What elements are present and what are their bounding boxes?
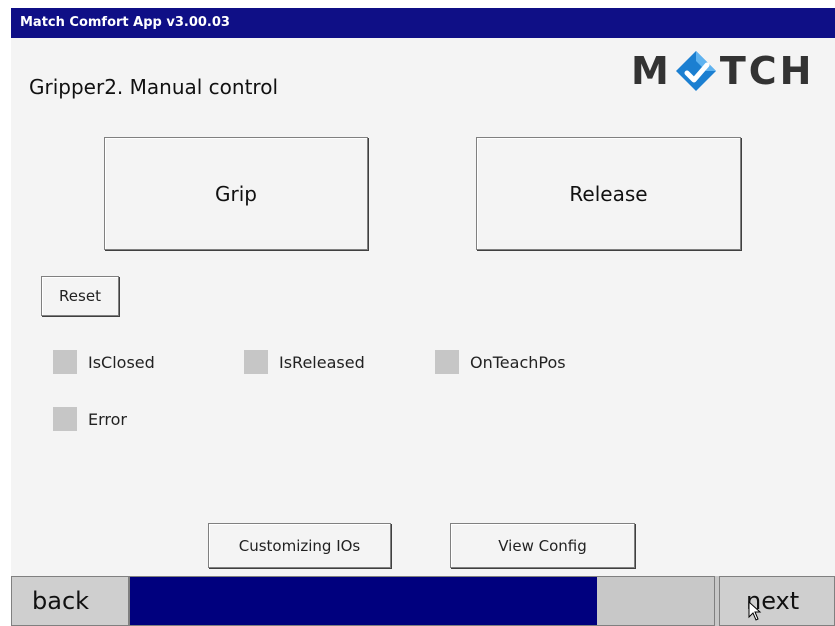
- next-button[interactable]: next: [719, 576, 835, 626]
- indicator-is-closed: IsClosed: [53, 350, 155, 374]
- grip-button[interactable]: Grip: [104, 137, 368, 250]
- match-logo: M TCH: [631, 48, 814, 94]
- page-title: Gripper2. Manual control: [29, 75, 278, 99]
- reset-button[interactable]: Reset: [41, 276, 119, 316]
- release-button[interactable]: Release: [476, 137, 741, 250]
- back-button[interactable]: back: [11, 576, 129, 626]
- logo-text-right: TCH: [719, 49, 815, 93]
- indicator-label: OnTeachPos: [470, 352, 566, 372]
- mouse-cursor-icon: [748, 601, 762, 621]
- indicator-led: [53, 407, 77, 431]
- indicator-label: IsReleased: [279, 352, 365, 372]
- window-title: Match Comfort App v3.00.03: [11, 8, 835, 38]
- view-config-button[interactable]: View Config: [450, 523, 635, 568]
- indicator-label: Error: [88, 409, 127, 429]
- indicator-led: [53, 350, 77, 374]
- indicator-on-teach-pos: OnTeachPos: [435, 350, 566, 374]
- navigation-bar: back next: [11, 576, 835, 626]
- progress-fill: [130, 577, 597, 625]
- match-logo-diamond-icon: [675, 51, 716, 91]
- app-window: Match Comfort App v3.00.03 Gripper2. Man…: [11, 8, 835, 626]
- logo-text-left: M: [631, 49, 672, 93]
- indicator-is-released: IsReleased: [244, 350, 365, 374]
- indicator-error: Error: [53, 407, 127, 431]
- indicator-led: [435, 350, 459, 374]
- indicator-label: IsClosed: [88, 352, 155, 372]
- customizing-ios-button[interactable]: Customizing IOs: [208, 523, 391, 568]
- indicator-led: [244, 350, 268, 374]
- progress-bar: [129, 576, 715, 626]
